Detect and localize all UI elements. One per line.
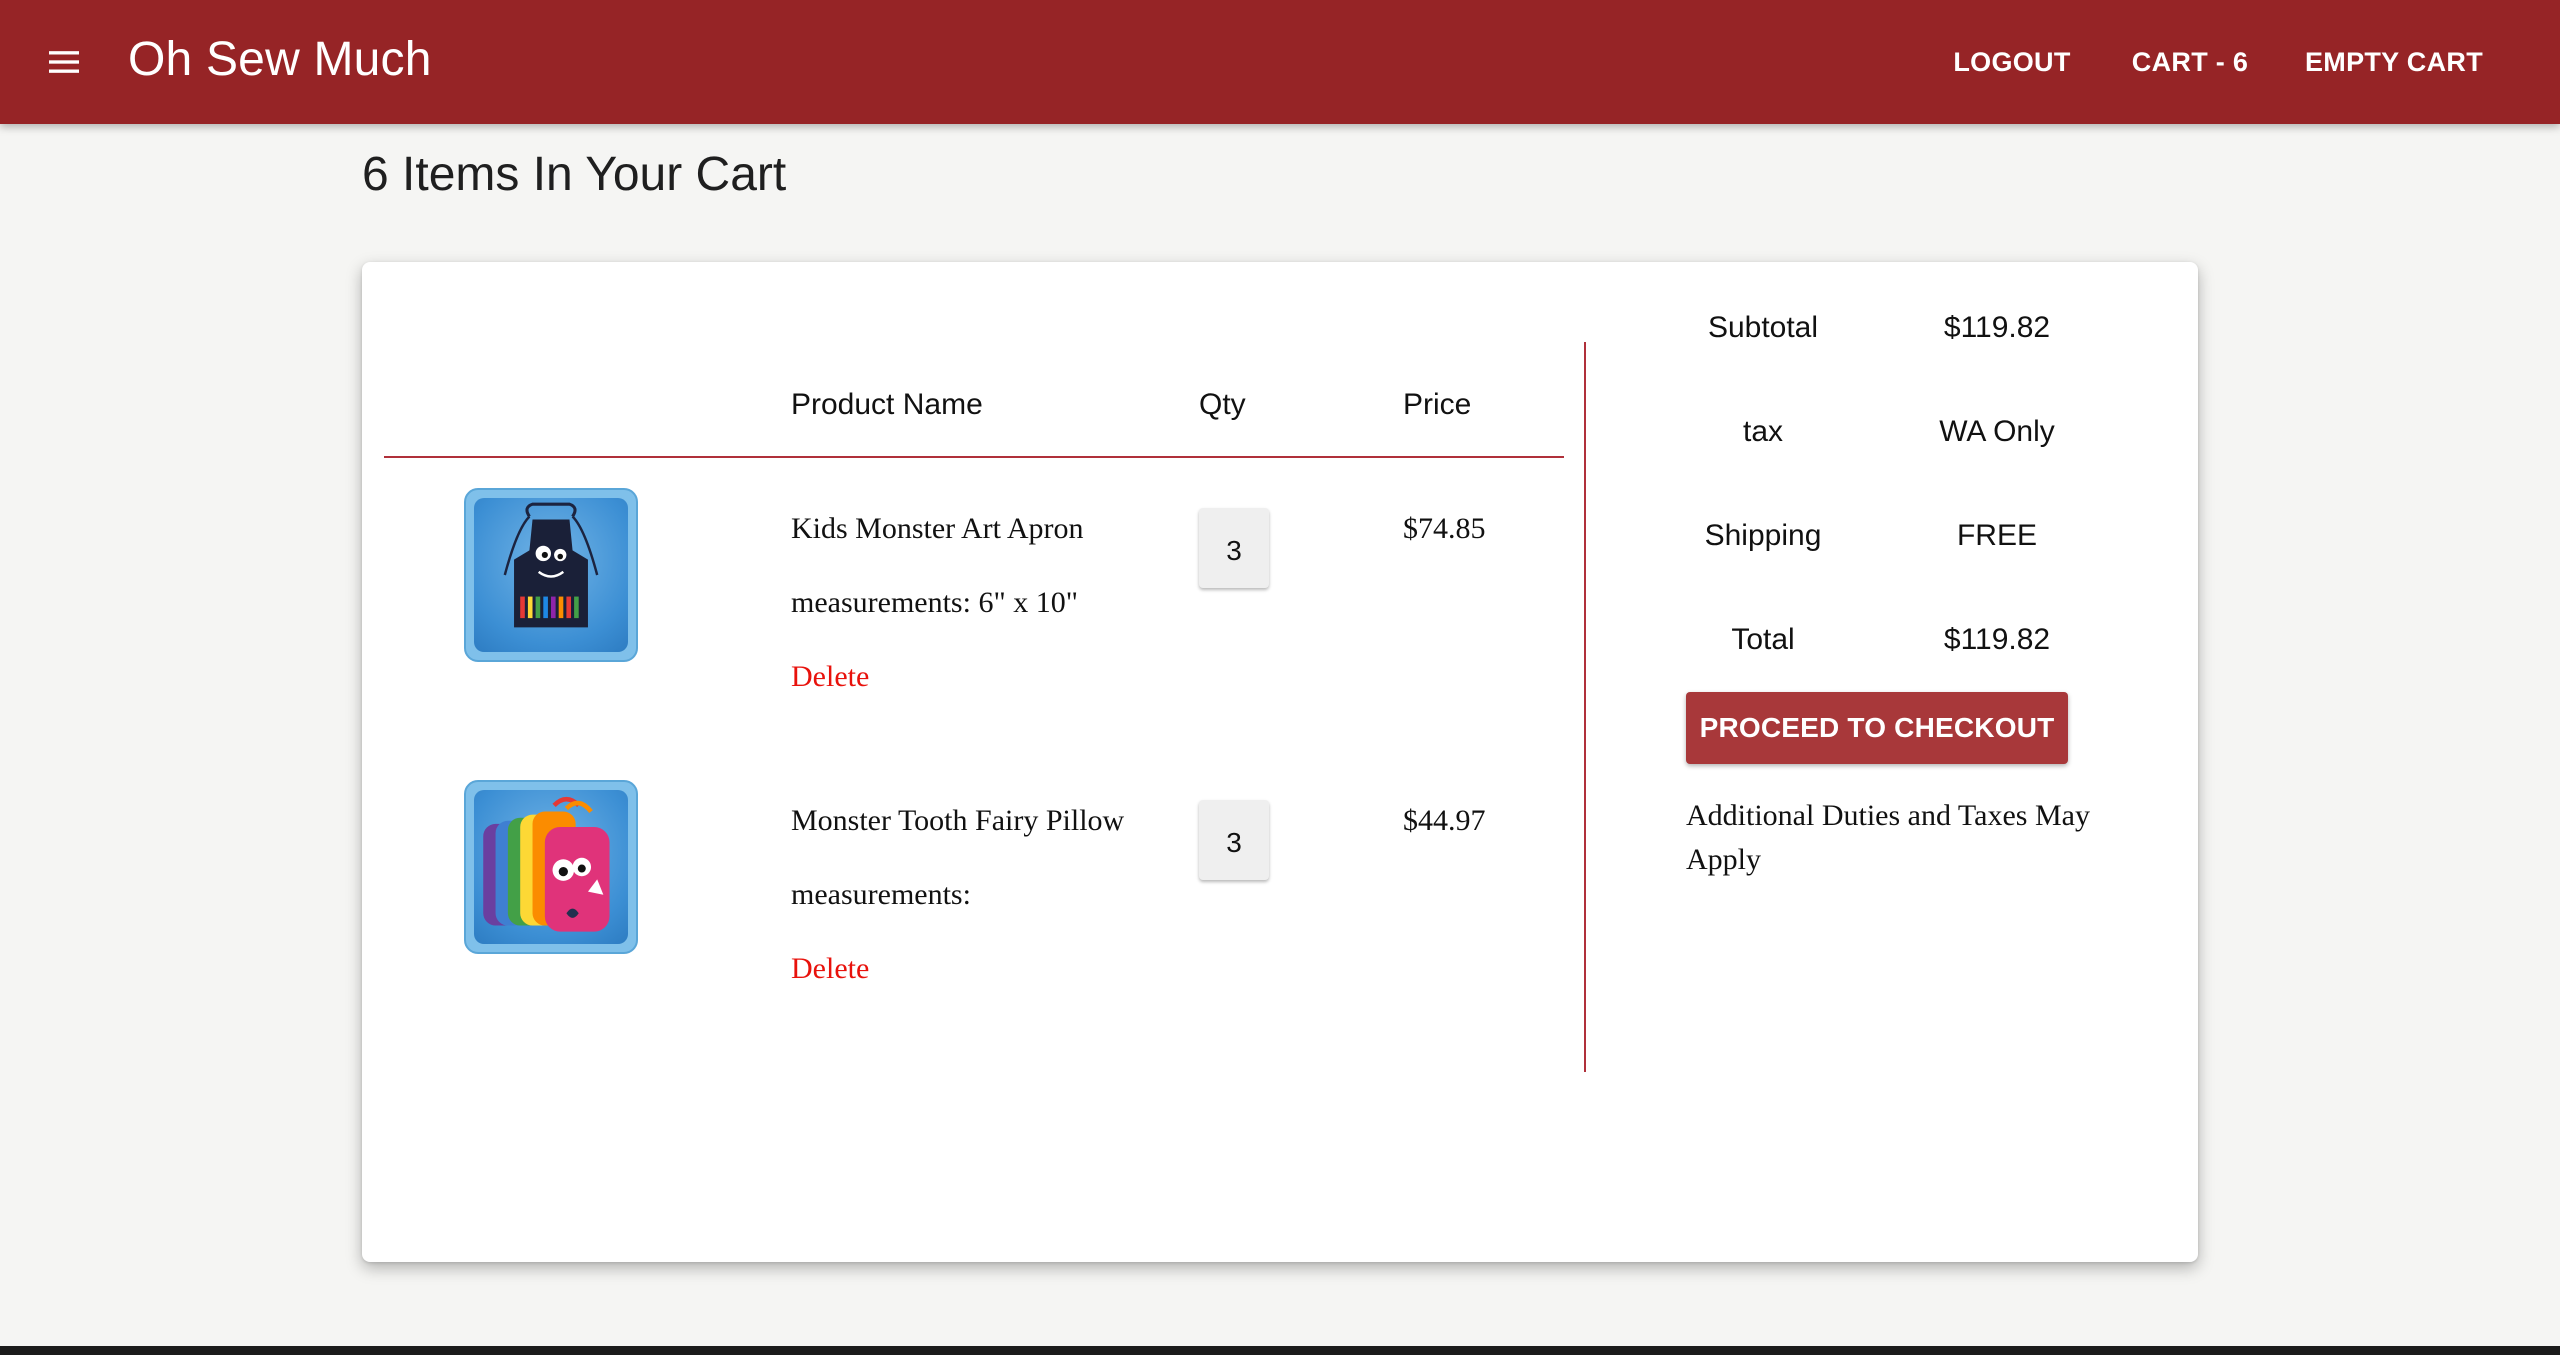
item-price: $74.85 <box>1403 512 1486 545</box>
apron-product-image <box>464 488 638 662</box>
total-value: $119.82 <box>1943 623 2051 656</box>
window-bottom-edge <box>0 1346 2560 1355</box>
shipping-value: FREE <box>1956 519 2037 552</box>
cart-button[interactable]: CART - 6 <box>2120 32 2260 92</box>
cart-card: Product Name Qty Price Kids Monster Art … <box>362 262 2198 1262</box>
page-title: 6 Items In Your Cart <box>362 148 787 201</box>
pillow-product-image <box>464 780 638 954</box>
column-header-price: Price <box>1403 388 1472 421</box>
tax-value: WA Only <box>1939 415 2055 448</box>
hamburger-menu-icon[interactable] <box>30 28 98 96</box>
item-measurements: measurements: 6" x 10" <box>791 586 1078 619</box>
item-name: Monster Tooth Fairy Pillow <box>791 804 1125 837</box>
proceed-to-checkout-button[interactable]: PROCEED TO CHECKOUT <box>1686 692 2068 764</box>
subtotal-label: Subtotal <box>1707 311 1819 344</box>
quantity-input[interactable]: 3 <box>1199 800 1269 880</box>
empty-cart-button[interactable]: EMPTY CART <box>2296 32 2492 92</box>
duties-note: Additional Duties and Taxes May Apply <box>1686 799 2090 876</box>
total-label: Total <box>1731 623 1795 656</box>
menu-icon-glyph <box>49 51 79 73</box>
summary-divider <box>1584 342 1586 1072</box>
column-header-qty: Qty <box>1199 388 1246 421</box>
header-divider <box>384 456 1564 458</box>
item-name: Kids Monster Art Apron <box>791 512 1084 545</box>
shipping-label: Shipping <box>1704 519 1822 552</box>
delete-item-button[interactable]: Delete <box>791 952 869 986</box>
subtotal-value: $119.82 <box>1943 311 2051 344</box>
quantity-input[interactable]: 3 <box>1199 508 1269 588</box>
logout-button[interactable]: LOGOUT <box>1940 32 2084 92</box>
item-price: $44.97 <box>1403 804 1486 837</box>
column-header-product-name: Product Name <box>791 388 983 421</box>
app-title[interactable]: Oh Sew Much <box>128 28 432 92</box>
pillow-illustration <box>483 796 610 932</box>
tax-label: tax <box>1742 415 1784 448</box>
item-measurements: measurements: <box>791 878 971 911</box>
delete-item-button[interactable]: Delete <box>791 660 869 694</box>
apron-illustration <box>503 502 599 628</box>
app-bar: Oh Sew Much LOGOUT CART - 6 EMPTY CART <box>0 0 2560 124</box>
